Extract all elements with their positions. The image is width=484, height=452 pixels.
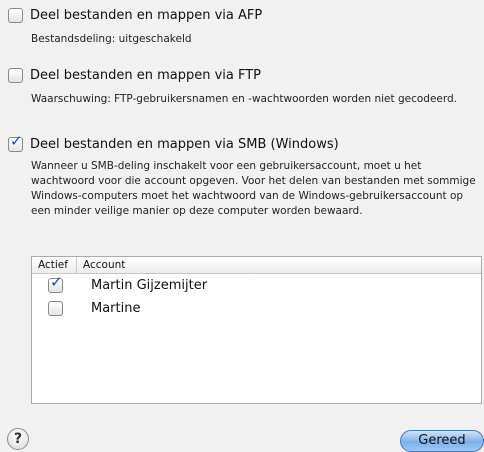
afp-checkbox[interactable]: ✓ <box>8 8 23 23</box>
ftp-description: Waarschuwing: FTP-gebruikersnamen en -wa… <box>31 93 457 105</box>
checkmark-icon: ✓ <box>50 273 63 291</box>
checkmark-icon: ✓ <box>10 132 23 150</box>
account-active-checkbox[interactable]: ✓ <box>48 301 63 316</box>
column-header-account[interactable]: Account <box>77 257 125 273</box>
account-active-checkbox[interactable]: ✓ <box>48 273 63 293</box>
accounts-table[interactable]: Actief Account ✓ Martin Gijzemijter ✓ Ma… <box>31 256 482 404</box>
ftp-option-label[interactable]: Deel bestanden en mappen via FTP <box>30 68 261 83</box>
afp-option: ✓ Deel bestanden en mappen via AFP Besta… <box>8 8 480 47</box>
smb-description: Wanneer u SMB-deling inschakelt voor een… <box>31 160 476 217</box>
column-header-actief[interactable]: Actief <box>32 257 77 273</box>
ftp-option: ✓ Deel bestanden en mappen via FTP Waars… <box>8 68 480 107</box>
smb-option-row: ✓ Deel bestanden en mappen via SMB (Wind… <box>8 132 480 152</box>
help-button[interactable]: ? <box>7 428 29 450</box>
account-name: Martine <box>91 301 141 316</box>
row-active-cell: ✓ <box>32 301 77 316</box>
ftp-option-row: ✓ Deel bestanden en mappen via FTP <box>8 68 480 83</box>
smb-checkbox[interactable]: ✓ <box>8 132 23 152</box>
afp-option-row: ✓ Deel bestanden en mappen via AFP <box>8 8 480 23</box>
table-row[interactable]: ✓ Martin Gijzemijter <box>32 274 481 297</box>
table-row[interactable]: ✓ Martine <box>32 297 481 320</box>
afp-option-label[interactable]: Deel bestanden en mappen via AFP <box>30 8 262 23</box>
table-header: Actief Account <box>32 257 481 274</box>
smb-option-label[interactable]: Deel bestanden en mappen via SMB (Window… <box>30 137 339 152</box>
row-active-cell: ✓ <box>32 273 77 293</box>
done-button[interactable]: Gereed <box>400 430 484 452</box>
afp-description: Bestandsdeling: uitgeschakeld <box>31 33 192 45</box>
smb-option: ✓ Deel bestanden en mappen via SMB (Wind… <box>8 132 480 219</box>
ftp-checkbox[interactable]: ✓ <box>8 68 23 83</box>
account-name: Martin Gijzemijter <box>91 278 208 293</box>
